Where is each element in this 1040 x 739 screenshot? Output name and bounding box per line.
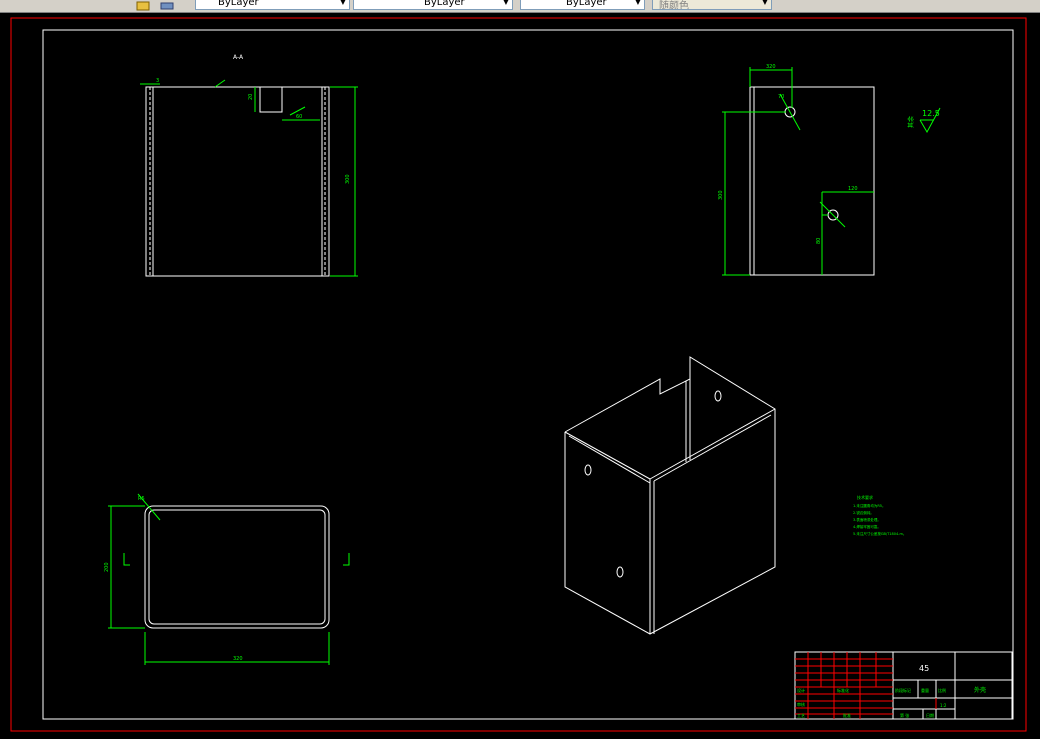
lineweight-control-dropdown[interactable]: ByLayer ▼: [520, 0, 645, 10]
checked-label: 审核: [797, 701, 805, 707]
dim-side-width: 320: [766, 64, 776, 70]
process-label: 工艺: [797, 713, 805, 718]
side-view: [749, 86, 875, 276]
chevron-down-icon[interactable]: ▼: [762, 0, 768, 6]
notes-title: 技术要求: [857, 494, 873, 500]
section-label: A-A: [233, 54, 244, 61]
plotstyle-control-value: 随颜色: [659, 1, 689, 10]
chevron-down-icon[interactable]: ▼: [503, 0, 509, 6]
scale-value: 1:2: [940, 703, 947, 708]
standard-label: 标准化: [837, 687, 849, 693]
chevron-down-icon[interactable]: ▼: [340, 0, 346, 6]
lineweight-control-value: ByLayer: [566, 0, 607, 8]
linetype-control-dropdown[interactable]: ByLayer ▼: [353, 0, 513, 10]
notes-line-5: 5.未注尺寸公差按GB/T1804-m。: [853, 531, 906, 536]
sheet-label: 第 张: [900, 712, 909, 718]
layer-previous-icon[interactable]: [160, 0, 174, 10]
date-label: 日期: [926, 712, 934, 718]
dim-hole-top-offset: 70: [778, 94, 784, 100]
plotstyle-control-dropdown[interactable]: 随颜色 ▼: [652, 0, 772, 10]
title-block: [794, 651, 1013, 720]
approved-label: 批准: [843, 712, 851, 718]
part-name: 外壳: [974, 686, 986, 694]
isometric-view: [564, 356, 776, 635]
notes-line-3: 3.表面喷漆处理。: [853, 517, 881, 522]
dim-hole-right-w: 120: [848, 186, 858, 192]
color-control-dropdown[interactable]: ByLayer ▼: [195, 0, 350, 10]
notes-line-4: 4.焊接牢固可靠。: [853, 524, 881, 529]
linetype-control-value: ByLayer: [424, 0, 465, 8]
dim-thickness: 3: [156, 78, 159, 84]
weight-label: 重量: [921, 687, 929, 693]
plan-view: [144, 505, 330, 629]
side-view-dimensions: [722, 67, 874, 276]
dim-hole-bottom-offset: 80: [816, 238, 822, 244]
drawn-label: 设计: [797, 687, 805, 693]
color-control-value: ByLayer: [218, 0, 259, 8]
dim-front-height: 300: [345, 174, 351, 184]
dim-side-height: 300: [718, 190, 724, 200]
dim-notch-width: 60: [296, 114, 302, 120]
model-space-canvas[interactable]: 300 20 60 3 A-A 320 300 120 80 70 12.5 其…: [0, 12, 1040, 735]
stage-label: 阶段标记: [895, 687, 911, 693]
notes-line-1: 1.未注圆角均为R5。: [853, 503, 886, 508]
roughness-value: 12.5: [922, 109, 940, 118]
material: 45: [919, 664, 929, 673]
chevron-down-icon[interactable]: ▼: [635, 0, 641, 6]
plan-view-dimensions: [108, 493, 350, 665]
layer-state-icon[interactable]: [136, 0, 150, 11]
roughness-note: 其余: [907, 116, 915, 128]
notes-line-2: 2.锐边倒钝。: [853, 510, 874, 515]
dim-notch-depth: 20: [248, 94, 254, 100]
dim-plan-depth: 200: [104, 562, 110, 572]
dim-radius: R5: [138, 496, 145, 502]
drawing-border: [42, 29, 1014, 720]
dim-plan-width: 320: [233, 656, 243, 662]
scale-label: 比例: [938, 687, 946, 693]
